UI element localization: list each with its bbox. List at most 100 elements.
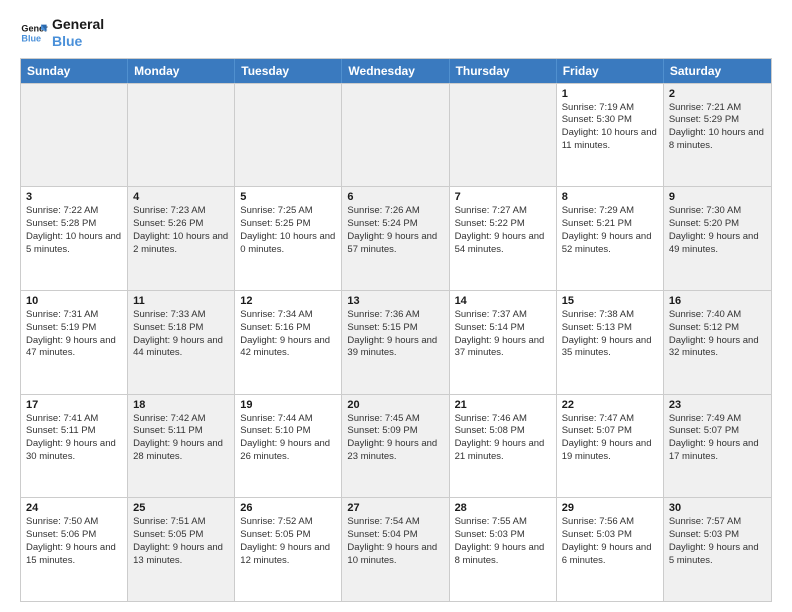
day-info: Sunrise: 7:29 AM Sunset: 5:21 PM Dayligh… bbox=[562, 205, 658, 256]
header-cell-tuesday: Tuesday bbox=[235, 59, 342, 83]
calendar-cell: 13 Sunrise: 7:36 AM Sunset: 5:15 PM Dayli… bbox=[342, 291, 449, 394]
calendar-cell: 30 Sunrise: 7:57 AM Sunset: 5:03 PM Dayli… bbox=[664, 498, 771, 601]
day-number: 23 bbox=[669, 399, 766, 411]
day-number: 24 bbox=[26, 502, 122, 514]
day-info: Sunrise: 7:38 AM Sunset: 5:13 PM Dayligh… bbox=[562, 309, 658, 360]
day-number: 18 bbox=[133, 399, 229, 411]
calendar-cell: 25 Sunrise: 7:51 AM Sunset: 5:05 PM Dayli… bbox=[128, 498, 235, 601]
day-number: 3 bbox=[26, 191, 122, 203]
day-info: Sunrise: 7:42 AM Sunset: 5:11 PM Dayligh… bbox=[133, 413, 229, 464]
calendar-row-1: 3 Sunrise: 7:22 AM Sunset: 5:28 PM Daylig… bbox=[21, 186, 771, 290]
calendar-cell bbox=[235, 84, 342, 187]
day-number: 14 bbox=[455, 295, 551, 307]
calendar-cell: 1Sunrise: 7:19 AM Sunset: 5:30 PM Daylig… bbox=[557, 84, 664, 187]
calendar-cell: 8Sunrise: 7:29 AM Sunset: 5:21 PM Daylig… bbox=[557, 187, 664, 290]
calendar-body: 1Sunrise: 7:19 AM Sunset: 5:30 PM Daylig… bbox=[21, 83, 771, 601]
day-number: 25 bbox=[133, 502, 229, 514]
day-info: Sunrise: 7:25 AM Sunset: 5:25 PM Dayligh… bbox=[240, 205, 336, 256]
day-info: Sunrise: 7:33 AM Sunset: 5:18 PM Dayligh… bbox=[133, 309, 229, 360]
day-info: Sunrise: 7:19 AM Sunset: 5:30 PM Dayligh… bbox=[562, 102, 658, 153]
calendar-cell: 19 Sunrise: 7:44 AM Sunset: 5:10 PM Dayli… bbox=[235, 395, 342, 498]
day-info: Sunrise: 7:57 AM Sunset: 5:03 PM Dayligh… bbox=[669, 516, 766, 567]
day-info: Sunrise: 7:30 AM Sunset: 5:20 PM Dayligh… bbox=[669, 205, 766, 256]
calendar-cell: 12 Sunrise: 7:34 AM Sunset: 5:16 PM Dayli… bbox=[235, 291, 342, 394]
day-number: 29 bbox=[562, 502, 658, 514]
calendar-cell: 24 Sunrise: 7:50 AM Sunset: 5:06 PM Dayli… bbox=[21, 498, 128, 601]
logo: General Blue General Blue bbox=[20, 16, 104, 50]
day-number: 16 bbox=[669, 295, 766, 307]
calendar-cell: 18 Sunrise: 7:42 AM Sunset: 5:11 PM Dayli… bbox=[128, 395, 235, 498]
day-number: 7 bbox=[455, 191, 551, 203]
day-number: 6 bbox=[347, 191, 443, 203]
header-cell-sunday: Sunday bbox=[21, 59, 128, 83]
calendar-row-4: 24 Sunrise: 7:50 AM Sunset: 5:06 PM Dayli… bbox=[21, 497, 771, 601]
day-number: 15 bbox=[562, 295, 658, 307]
header-cell-wednesday: Wednesday bbox=[342, 59, 449, 83]
calendar-cell: 3 Sunrise: 7:22 AM Sunset: 5:28 PM Daylig… bbox=[21, 187, 128, 290]
calendar-cell: 11 Sunrise: 7:33 AM Sunset: 5:18 PM Dayli… bbox=[128, 291, 235, 394]
header-cell-friday: Friday bbox=[557, 59, 664, 83]
calendar-cell: 22 Sunrise: 7:47 AM Sunset: 5:07 PM Dayli… bbox=[557, 395, 664, 498]
day-number: 17 bbox=[26, 399, 122, 411]
calendar-cell bbox=[342, 84, 449, 187]
day-info: Sunrise: 7:50 AM Sunset: 5:06 PM Dayligh… bbox=[26, 516, 122, 567]
calendar-cell: 29 Sunrise: 7:56 AM Sunset: 5:03 PM Dayli… bbox=[557, 498, 664, 601]
day-number: 22 bbox=[562, 399, 658, 411]
calendar-cell: 2Sunrise: 7:21 AM Sunset: 5:29 PM Daylig… bbox=[664, 84, 771, 187]
day-info: Sunrise: 7:45 AM Sunset: 5:09 PM Dayligh… bbox=[347, 413, 443, 464]
calendar-cell: 16Sunrise: 7:40 AM Sunset: 5:12 PM Dayli… bbox=[664, 291, 771, 394]
day-info: Sunrise: 7:44 AM Sunset: 5:10 PM Dayligh… bbox=[240, 413, 336, 464]
calendar-cell: 4 Sunrise: 7:23 AM Sunset: 5:26 PM Daylig… bbox=[128, 187, 235, 290]
day-number: 13 bbox=[347, 295, 443, 307]
day-number: 4 bbox=[133, 191, 229, 203]
day-info: Sunrise: 7:37 AM Sunset: 5:14 PM Dayligh… bbox=[455, 309, 551, 360]
day-info: Sunrise: 7:46 AM Sunset: 5:08 PM Dayligh… bbox=[455, 413, 551, 464]
calendar-cell bbox=[21, 84, 128, 187]
calendar-row-2: 10 Sunrise: 7:31 AM Sunset: 5:19 PM Dayli… bbox=[21, 290, 771, 394]
day-info: Sunrise: 7:26 AM Sunset: 5:24 PM Dayligh… bbox=[347, 205, 443, 256]
calendar-cell: 17 Sunrise: 7:41 AM Sunset: 5:11 PM Dayli… bbox=[21, 395, 128, 498]
day-number: 10 bbox=[26, 295, 122, 307]
calendar-cell bbox=[128, 84, 235, 187]
day-number: 26 bbox=[240, 502, 336, 514]
day-number: 5 bbox=[240, 191, 336, 203]
day-info: Sunrise: 7:23 AM Sunset: 5:26 PM Dayligh… bbox=[133, 205, 229, 256]
day-number: 20 bbox=[347, 399, 443, 411]
calendar-cell: 21 Sunrise: 7:46 AM Sunset: 5:08 PM Dayli… bbox=[450, 395, 557, 498]
calendar-cell: 20 Sunrise: 7:45 AM Sunset: 5:09 PM Dayli… bbox=[342, 395, 449, 498]
calendar-row-0: 1Sunrise: 7:19 AM Sunset: 5:30 PM Daylig… bbox=[21, 83, 771, 187]
day-info: Sunrise: 7:55 AM Sunset: 5:03 PM Dayligh… bbox=[455, 516, 551, 567]
calendar-cell: 28 Sunrise: 7:55 AM Sunset: 5:03 PM Dayli… bbox=[450, 498, 557, 601]
day-info: Sunrise: 7:22 AM Sunset: 5:28 PM Dayligh… bbox=[26, 205, 122, 256]
day-number: 11 bbox=[133, 295, 229, 307]
calendar-cell: 23 Sunrise: 7:49 AM Sunset: 5:07 PM Dayli… bbox=[664, 395, 771, 498]
day-info: Sunrise: 7:34 AM Sunset: 5:16 PM Dayligh… bbox=[240, 309, 336, 360]
day-number: 19 bbox=[240, 399, 336, 411]
calendar-cell: 9Sunrise: 7:30 AM Sunset: 5:20 PM Daylig… bbox=[664, 187, 771, 290]
day-info: Sunrise: 7:36 AM Sunset: 5:15 PM Dayligh… bbox=[347, 309, 443, 360]
day-info: Sunrise: 7:49 AM Sunset: 5:07 PM Dayligh… bbox=[669, 413, 766, 464]
calendar-cell: 15 Sunrise: 7:38 AM Sunset: 5:13 PM Dayli… bbox=[557, 291, 664, 394]
calendar-cell: 26Sunrise: 7:52 AM Sunset: 5:05 PM Dayli… bbox=[235, 498, 342, 601]
calendar-header: SundayMondayTuesdayWednesdayThursdayFrid… bbox=[21, 59, 771, 83]
day-info: Sunrise: 7:56 AM Sunset: 5:03 PM Dayligh… bbox=[562, 516, 658, 567]
day-number: 30 bbox=[669, 502, 766, 514]
day-number: 21 bbox=[455, 399, 551, 411]
day-info: Sunrise: 7:47 AM Sunset: 5:07 PM Dayligh… bbox=[562, 413, 658, 464]
day-info: Sunrise: 7:51 AM Sunset: 5:05 PM Dayligh… bbox=[133, 516, 229, 567]
day-number: 28 bbox=[455, 502, 551, 514]
calendar-cell: 5 Sunrise: 7:25 AM Sunset: 5:25 PM Daylig… bbox=[235, 187, 342, 290]
calendar-cell: 7 Sunrise: 7:27 AM Sunset: 5:22 PM Daylig… bbox=[450, 187, 557, 290]
calendar-cell: 14 Sunrise: 7:37 AM Sunset: 5:14 PM Dayli… bbox=[450, 291, 557, 394]
header-cell-saturday: Saturday bbox=[664, 59, 771, 83]
day-number: 12 bbox=[240, 295, 336, 307]
day-info: Sunrise: 7:27 AM Sunset: 5:22 PM Dayligh… bbox=[455, 205, 551, 256]
calendar-cell bbox=[450, 84, 557, 187]
svg-text:Blue: Blue bbox=[21, 33, 41, 43]
header: General Blue General Blue bbox=[20, 16, 772, 50]
day-info: Sunrise: 7:21 AM Sunset: 5:29 PM Dayligh… bbox=[669, 102, 766, 153]
day-info: Sunrise: 7:31 AM Sunset: 5:19 PM Dayligh… bbox=[26, 309, 122, 360]
day-info: Sunrise: 7:41 AM Sunset: 5:11 PM Dayligh… bbox=[26, 413, 122, 464]
page: General Blue General Blue SundayMondayTu… bbox=[0, 0, 792, 612]
calendar-cell: 10 Sunrise: 7:31 AM Sunset: 5:19 PM Dayli… bbox=[21, 291, 128, 394]
